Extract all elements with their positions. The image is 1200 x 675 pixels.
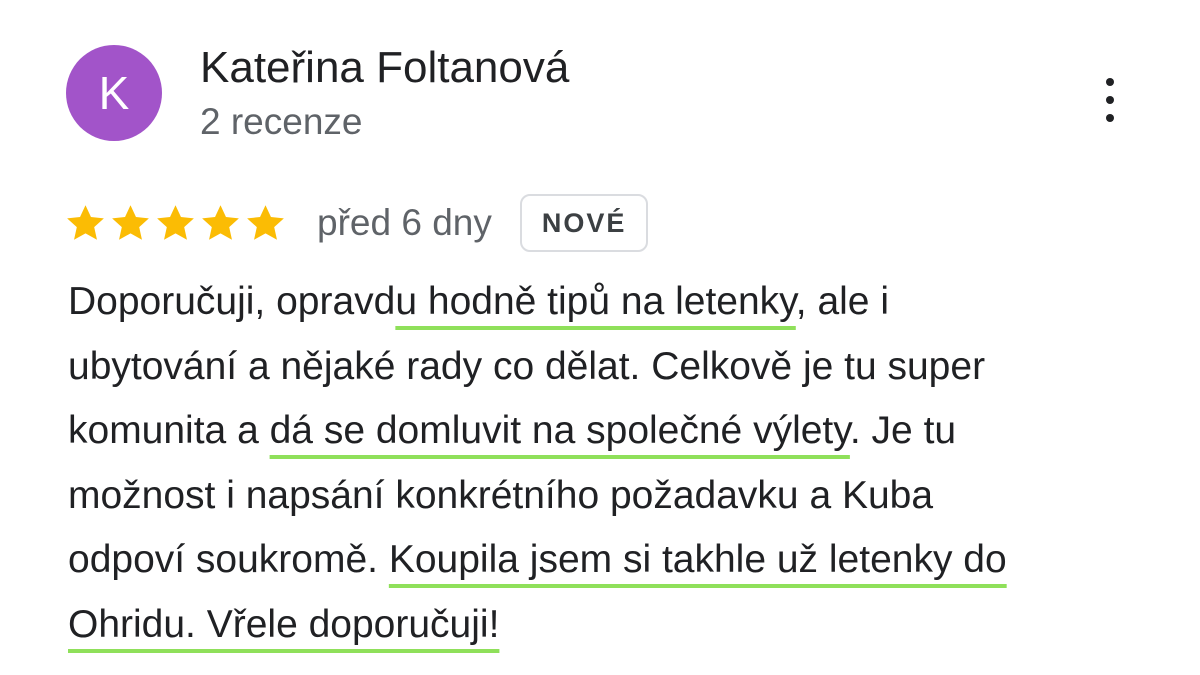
review-text-line: odpoví soukromě. Koupila jsem si takhle … (68, 528, 1168, 593)
highlighted-phrase: Ohridu. Vřele doporučuji! (68, 602, 500, 646)
review-text-segment: . Je tu (849, 409, 957, 452)
review-text-line: komunita a dá se domluvit na společné vý… (68, 399, 1168, 464)
review-text-line: Doporučuji, opravdu hodně tipů na letenk… (68, 270, 1168, 335)
review-time: před 6 dny (317, 202, 492, 243)
star-icon (247, 204, 284, 240)
review-text-segment: odpoví soukromě. (68, 538, 389, 581)
highlighted-phrase: Koupila jsem si takhle už letenky do (388, 538, 1007, 581)
avatar-initial: K (98, 67, 130, 119)
review-text-segment: možnost i napsání konkrétního požadavku … (68, 473, 934, 517)
star-rating (64, 202, 287, 245)
menu-dot (1106, 114, 1114, 122)
review-text-line: ubytování a nějaké rady co dělat. Celkov… (68, 335, 1168, 400)
menu-dot (1106, 96, 1114, 104)
review-text-line: Ohridu. Vřele doporučuji! (68, 593, 1168, 658)
star-icon (112, 204, 149, 240)
review-text-line: možnost i napsání konkrétního požadavku … (68, 464, 1168, 529)
highlighted-phrase: dá se domluvit na společné výlety (269, 409, 850, 452)
more-vertical-icon[interactable] (1092, 78, 1128, 122)
star-icon (157, 204, 194, 240)
review-text: Doporučuji, opravdu hodně tipů na letenk… (68, 270, 1168, 657)
review-text-segment: komunita a (68, 409, 270, 452)
star-icon (67, 204, 104, 240)
star-icon (202, 204, 239, 240)
menu-dot (1106, 78, 1114, 86)
author-name[interactable]: Kateřina Foltanová (200, 42, 569, 94)
review-text-segment: , ale i (795, 280, 889, 323)
rating-row: před 6 dny NOVÉ (64, 192, 649, 254)
highlighted-phrase: u hodně tipů na letenky (395, 280, 796, 323)
avatar[interactable]: K (66, 45, 162, 141)
review-text-segment: Doporučuji, opravd (68, 280, 396, 323)
review-text-segment: ubytování a nějaké rady co dělat. Celkov… (68, 344, 986, 388)
review-count[interactable]: 2 recenze (200, 100, 363, 144)
new-badge: NOVÉ (519, 194, 649, 252)
